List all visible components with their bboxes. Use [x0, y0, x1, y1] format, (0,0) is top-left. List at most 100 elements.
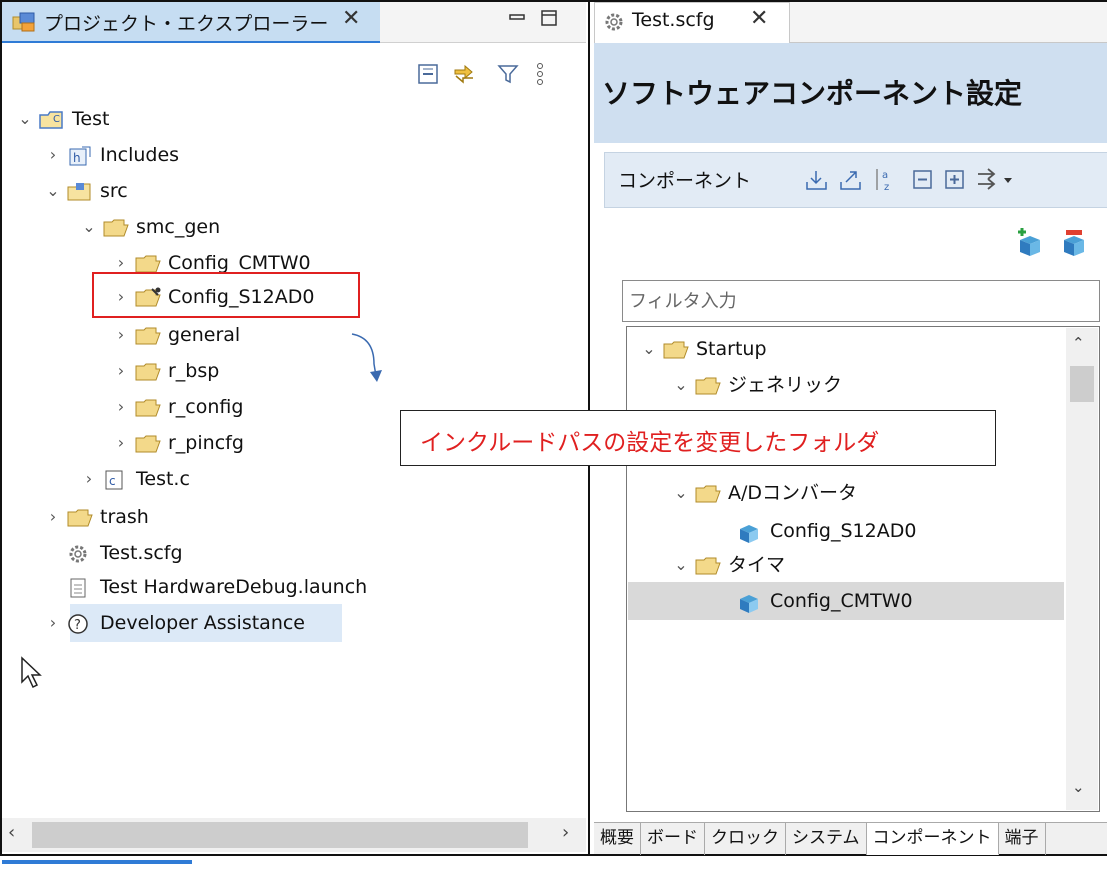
chevron-right-icon[interactable]: › — [40, 606, 66, 640]
component-icon — [736, 520, 764, 543]
tab-clock[interactable]: クロック — [705, 823, 786, 855]
editor-page-tabs: 概要 ボード クロック システム コンポーネント 端子 — [594, 822, 1107, 855]
tree-item-src[interactable]: ⌄ src — [40, 174, 127, 208]
tree-item-launch-file[interactable]: Test HardwareDebug.launch — [66, 570, 367, 604]
link-with-editor-icon[interactable] — [452, 62, 476, 86]
scrollbar-thumb[interactable] — [1070, 366, 1094, 402]
expand-all-icon[interactable] — [944, 169, 966, 191]
project-icon: C — [38, 108, 66, 130]
annotation-arrow — [351, 333, 382, 382]
tree-item-test-c[interactable]: › c Test.c — [76, 462, 190, 496]
tree-item-includes[interactable]: › h Includes — [40, 138, 179, 172]
document-icon — [66, 576, 94, 598]
tree-item-r-config[interactable]: › r_config — [108, 390, 244, 424]
svg-text:a: a — [882, 170, 888, 181]
chevron-down-icon[interactable]: ⌄ — [668, 476, 694, 510]
chevron-right-icon[interactable]: › — [108, 318, 134, 352]
svg-text:C: C — [53, 114, 60, 125]
tree-item-r-bsp[interactable]: › r_bsp — [108, 354, 220, 388]
svg-text:?: ? — [74, 618, 81, 633]
tab-board[interactable]: ボード — [641, 823, 705, 855]
svg-text:c: c — [109, 474, 116, 488]
folder-icon — [694, 554, 722, 576]
tree-item-trash[interactable]: › trash — [40, 500, 149, 534]
tab-components[interactable]: コンポーネント — [866, 823, 999, 855]
folder-icon — [134, 360, 162, 382]
chevron-down-icon[interactable]: ⌄ — [12, 102, 38, 136]
folder-icon — [694, 374, 722, 396]
maximize-icon[interactable] — [540, 8, 558, 32]
editor-tab-title: Test.scfg — [632, 9, 715, 31]
tree-item-timer[interactable]: ⌄ タイマ — [668, 548, 785, 582]
tree-item-config-s12ad0-component[interactable]: Config_S12AD0 — [736, 514, 916, 548]
highlight-box — [92, 272, 360, 318]
chevron-down-icon[interactable]: ⌄ — [668, 548, 694, 582]
gear-icon — [66, 542, 94, 564]
chevron-right-icon[interactable]: › — [108, 426, 134, 460]
tab-pins[interactable]: 端子 — [999, 823, 1046, 855]
help-icon: ? — [66, 612, 94, 634]
scroll-left-icon[interactable]: ‹ — [8, 822, 15, 843]
status-bar-indicator — [2, 860, 192, 881]
add-component-icon[interactable] — [1014, 228, 1042, 258]
close-icon[interactable]: ✕ — [750, 6, 768, 31]
tabstrip — [790, 2, 1107, 43]
chevron-right-icon[interactable]: › — [76, 462, 102, 496]
chevron-down-icon[interactable]: ⌄ — [636, 332, 662, 366]
tab-system[interactable]: システム — [786, 823, 867, 855]
project-explorer-title: プロジェクト・エクスプローラー — [44, 13, 329, 35]
filter-input[interactable] — [622, 280, 1100, 322]
tree-item-general[interactable]: › general — [108, 318, 240, 352]
generate-code-icon[interactable] — [976, 166, 1016, 194]
tree-item-r-pincfg[interactable]: › r_pincfg — [108, 426, 244, 460]
close-icon[interactable]: ✕ — [342, 6, 360, 31]
chevron-right-icon[interactable]: › — [108, 390, 134, 424]
folder-icon — [134, 324, 162, 346]
tab-overview[interactable]: 概要 — [594, 823, 641, 855]
collapse-all-icon[interactable] — [912, 169, 934, 191]
folder-icon — [134, 396, 162, 418]
folder-icon — [134, 432, 162, 454]
components-label: コンポーネント — [618, 170, 752, 192]
mouse-cursor-icon — [21, 656, 42, 689]
scroll-right-icon[interactable]: › — [562, 822, 569, 843]
tree-item-startup[interactable]: ⌄ Startup — [636, 332, 766, 366]
scroll-down-icon[interactable]: ⌄ — [1072, 778, 1085, 796]
import-icon[interactable] — [804, 168, 830, 192]
includes-icon: h — [66, 144, 94, 166]
scrollbar-thumb[interactable] — [32, 822, 528, 848]
tree-item-developer-assistance[interactable]: › ? Developer Assistance — [40, 606, 305, 640]
minimize-icon[interactable] — [508, 8, 526, 32]
chevron-down-icon[interactable]: ⌄ — [668, 368, 694, 402]
tree-item-test-scfg[interactable]: Test.scfg — [66, 536, 183, 570]
remove-component-icon[interactable] — [1058, 228, 1088, 258]
tree-item-generic[interactable]: ⌄ ジェネリック — [668, 368, 842, 402]
export-icon[interactable] — [838, 168, 864, 192]
folder-icon — [694, 482, 722, 504]
svg-text:z: z — [884, 182, 889, 193]
page-title: ソフトウェアコンポーネント設定 — [602, 77, 1023, 110]
chevron-right-icon[interactable]: › — [108, 354, 134, 388]
component-icon — [736, 590, 764, 613]
collapse-all-icon[interactable] — [416, 62, 440, 86]
sort-alpha-icon[interactable]: a z — [872, 166, 898, 194]
scroll-up-icon[interactable]: ⌃ — [1072, 334, 1085, 352]
folder-icon — [134, 252, 162, 274]
folder-icon — [662, 338, 690, 360]
c-file-icon: c — [102, 468, 130, 490]
source-folder-icon — [66, 180, 94, 202]
project-explorer-icon — [12, 12, 35, 32]
chevron-down-icon[interactable]: ⌄ — [76, 210, 102, 244]
tree-item-config-cmtw0-component[interactable]: Config_CMTW0 — [736, 584, 913, 618]
chevron-down-icon[interactable]: ⌄ — [40, 174, 66, 208]
filter-icon[interactable] — [496, 62, 520, 86]
tree-item-ad-converter[interactable]: ⌄ A/Dコンバータ — [668, 476, 857, 510]
chevron-right-icon[interactable]: › — [40, 138, 66, 172]
tree-item-smc-gen[interactable]: ⌄ smc_gen — [76, 210, 220, 244]
chevron-right-icon[interactable]: › — [40, 500, 66, 534]
svg-text:h: h — [73, 151, 81, 165]
tree-item-test-project[interactable]: ⌄ C Test — [12, 102, 109, 136]
folder-icon — [102, 216, 130, 238]
folder-icon — [66, 506, 94, 528]
view-menu-icon[interactable] — [528, 62, 552, 86]
